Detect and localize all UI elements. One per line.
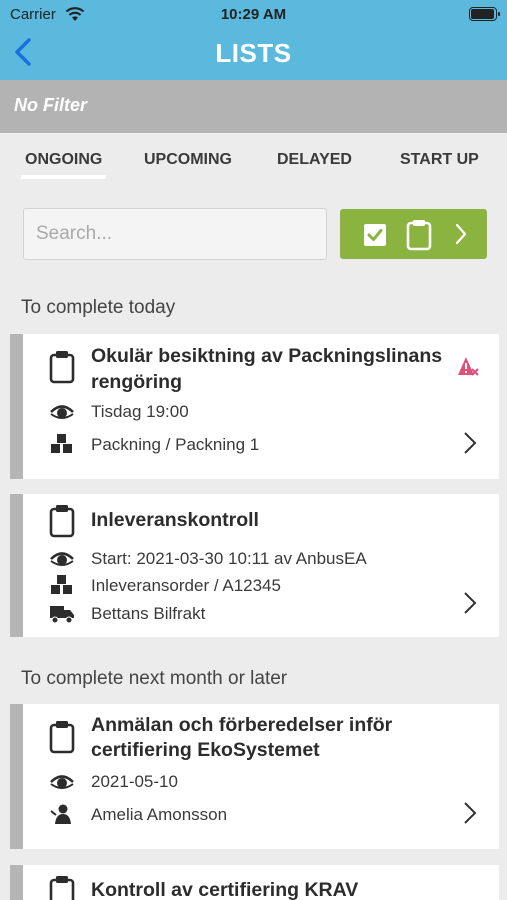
card-date: 2021-05-10 — [91, 772, 178, 791]
list-card[interactable]: Anmälan och förberedelser inför certifie… — [10, 704, 499, 849]
card-location: Inleveransorder / A12345 — [91, 576, 281, 595]
list-card[interactable]: Kontroll av certifiering KRAV — [10, 865, 499, 900]
new-checklist-button[interactable] — [340, 209, 487, 259]
boxes-icon — [51, 434, 72, 453]
chevron-right-icon[interactable] — [463, 801, 477, 825]
clock: 10:29 AM — [220, 6, 287, 23]
truck-icon — [50, 606, 74, 624]
card-time: Tisdag 19:00 — [91, 402, 189, 421]
filter-bar[interactable]: No Filter — [0, 80, 507, 133]
tab-upcoming[interactable]: UPCOMING — [144, 151, 232, 169]
clipboard-icon — [49, 351, 75, 384]
section-header-later: To complete next month or later — [21, 668, 288, 689]
search-input[interactable] — [23, 208, 327, 260]
card-location: Packning / Packning 1 — [91, 435, 260, 454]
app-header: Carrier 10:29 AM LISTS — [0, 0, 507, 80]
card-supplier: Bettans Bilfrakt — [91, 604, 206, 623]
filter-label: No Filter — [14, 95, 88, 115]
list-card[interactable]: Okulär besiktning av Packningslinans ren… — [10, 334, 499, 479]
section-header-today: To complete today — [21, 297, 176, 318]
warning-icon — [458, 357, 479, 376]
chevron-right-icon — [455, 223, 467, 245]
page-title: LISTS — [215, 38, 292, 68]
clipboard-icon — [406, 220, 432, 251]
tab-ongoing[interactable]: ONGOING — [20, 151, 107, 179]
card-title-line1: Okulär besiktning av Packningslinans — [91, 345, 443, 367]
card-title: Kontroll av certifiering KRAV — [91, 879, 359, 900]
tab-start-up[interactable]: START UP — [400, 151, 479, 169]
status-bar: Carrier 10:29 AM — [10, 4, 500, 24]
clipboard-icon — [49, 876, 75, 900]
clipboard-icon — [49, 721, 75, 754]
clipboard-icon — [49, 505, 75, 538]
card-title-line2: rengöring — [91, 371, 182, 393]
card-person: Amelia Amonsson — [91, 805, 228, 824]
tab-delayed[interactable]: DELAYED — [277, 151, 352, 169]
chevron-right-icon[interactable] — [463, 591, 477, 615]
person-icon — [50, 804, 71, 824]
chevron-right-icon[interactable] — [463, 431, 477, 455]
list-card[interactable]: Inleveranskontroll Start: 2021-03-30 10:… — [10, 494, 499, 637]
tab-bar: ONGOING UPCOMING DELAYED START UP — [0, 133, 507, 185]
boxes-icon — [51, 575, 72, 594]
checkbox-icon — [364, 224, 386, 246]
eye-icon — [50, 405, 74, 419]
eye-icon — [50, 552, 74, 566]
eye-icon — [50, 775, 74, 789]
card-time: Start: 2021-03-30 10:11 av AnbusEA — [91, 549, 367, 568]
battery-icon — [469, 7, 500, 21]
card-title-line2: certifiering EkoSystemet — [91, 739, 320, 761]
card-title: Inleveranskontroll — [91, 509, 259, 531]
card-title-line1: Anmälan och förberedelser inför — [91, 714, 393, 736]
